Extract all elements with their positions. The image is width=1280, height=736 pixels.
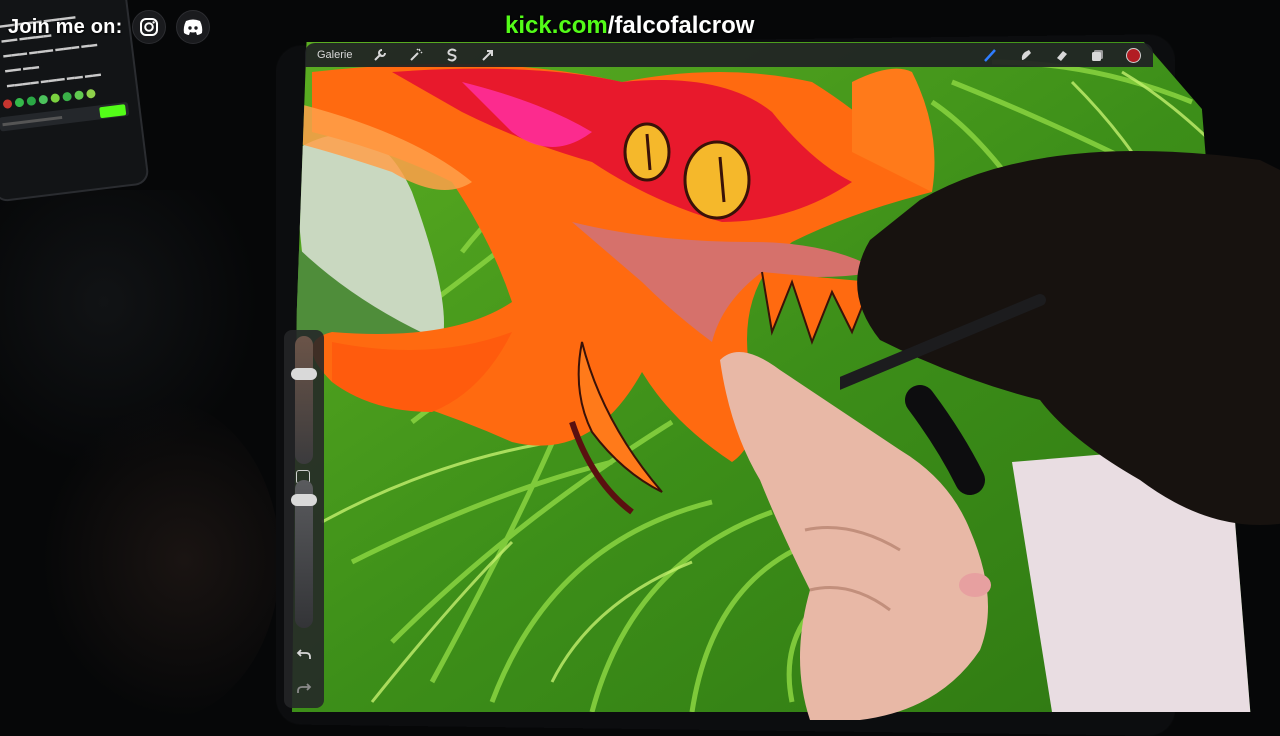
- chat-send-button: [99, 103, 127, 118]
- left-hand-shadow: [40, 400, 280, 720]
- procreate-sidebar: [284, 330, 324, 708]
- selection-icon[interactable]: [444, 47, 460, 63]
- eraser-icon[interactable]: [1054, 47, 1070, 63]
- brush-size-slider[interactable]: [291, 336, 317, 464]
- procreate-toolbar: Galerie: [305, 43, 1153, 67]
- toolbar-right: [970, 47, 1153, 63]
- discord-icon: [176, 10, 211, 44]
- brush-size-thumb[interactable]: [291, 368, 317, 380]
- magic-wand-icon[interactable]: [408, 47, 424, 63]
- opacity-thumb[interactable]: [291, 494, 317, 506]
- opacity-slider[interactable]: [291, 480, 317, 628]
- color-picker-button[interactable]: [1126, 47, 1141, 63]
- brush-icon[interactable]: [982, 47, 998, 63]
- kick-channel: /falcofalcrow: [607, 12, 755, 39]
- layers-icon[interactable]: [1090, 47, 1106, 63]
- drawing-hand: [840, 151, 1280, 525]
- undo-icon[interactable]: [294, 644, 314, 664]
- instagram-icon: [132, 10, 167, 44]
- kick-domain: kick.com: [505, 12, 608, 39]
- join-label: Join me on:: [8, 15, 123, 38]
- transform-arrow-icon[interactable]: [480, 47, 496, 63]
- toolbar-left: Galerie: [305, 47, 508, 63]
- social-overlay: Join me on:: [8, 10, 211, 44]
- wrench-icon[interactable]: [372, 47, 388, 63]
- kick-channel-link: kick.com/falcofalcrow: [505, 12, 754, 40]
- smudge-icon[interactable]: [1018, 47, 1034, 63]
- gallery-button[interactable]: Galerie: [317, 49, 352, 61]
- redo-icon[interactable]: [294, 678, 314, 698]
